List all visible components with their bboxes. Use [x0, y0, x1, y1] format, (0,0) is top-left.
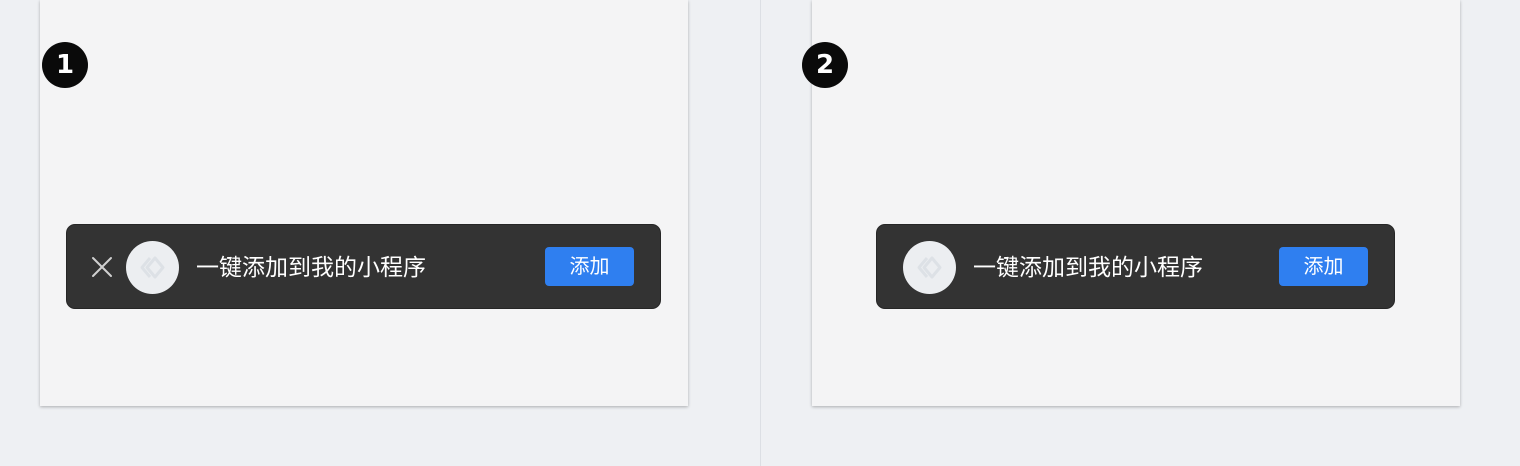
add-prompt-text: 一键添加到我的小程序	[973, 255, 1203, 281]
mini-program-logo-icon	[126, 241, 179, 294]
mini-program-logo-icon	[903, 241, 956, 294]
step-badge-1: 1	[42, 42, 88, 88]
add-mini-program-bar: 一键添加到我的小程序 添加	[876, 224, 1395, 309]
close-icon[interactable]	[91, 256, 113, 278]
column-divider	[760, 0, 761, 466]
add-mini-program-bar: 一键添加到我的小程序 添加	[66, 224, 661, 309]
add-button[interactable]: 添加	[545, 247, 634, 286]
phone-screen-variant-2	[812, 0, 1460, 406]
add-button[interactable]: 添加	[1279, 247, 1368, 286]
step-badge-2: 2	[802, 42, 848, 88]
phone-screen-variant-1	[40, 0, 688, 406]
add-prompt-text: 一键添加到我的小程序	[196, 255, 426, 281]
